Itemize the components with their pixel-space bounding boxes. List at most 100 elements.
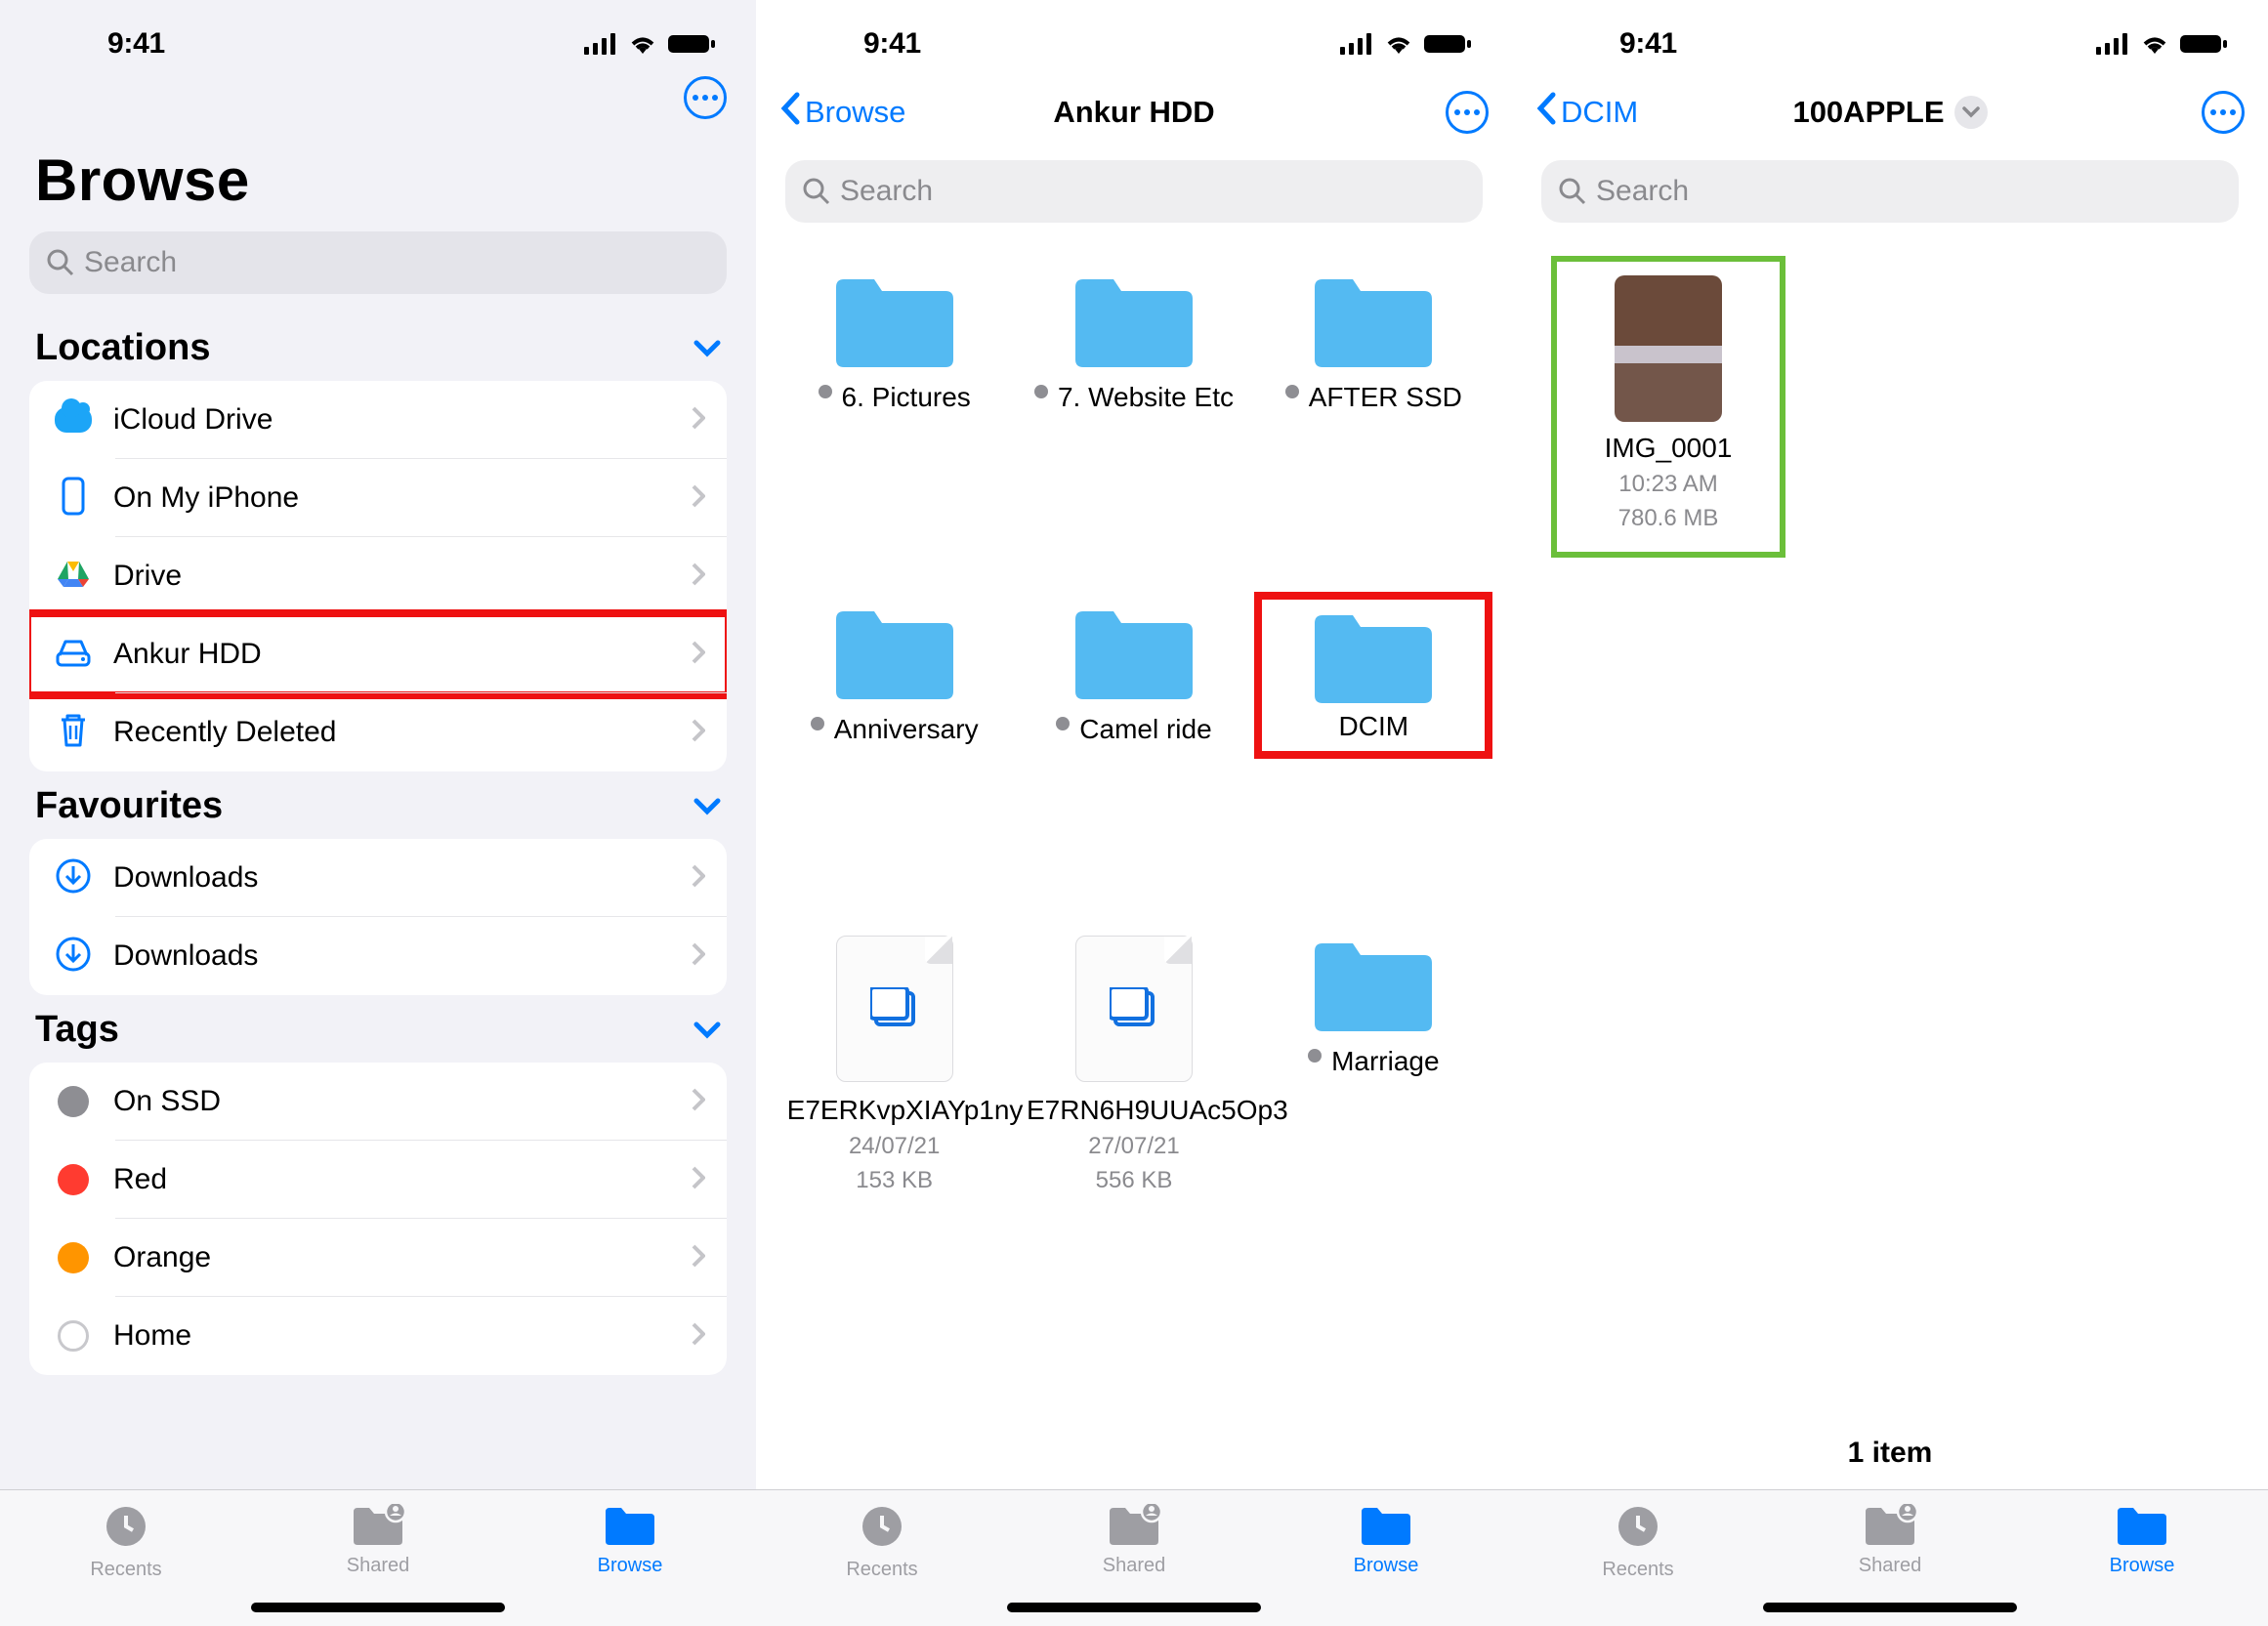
file-date: 24/07/21 [849, 1131, 940, 1161]
home-indicator[interactable] [1763, 1603, 2017, 1612]
folder-6-pictures[interactable]: 6. Pictures [776, 271, 1013, 594]
location-icloud-drive[interactable]: iCloud Drive [29, 381, 727, 459]
tab-shared[interactable]: Shared [1036, 1504, 1232, 1577]
location-ankur-hdd[interactable]: Ankur HDD [29, 615, 727, 693]
folder-dcim[interactable]: DCIM [1255, 604, 1492, 926]
section-title: Locations [35, 327, 210, 369]
home-indicator[interactable] [251, 1603, 505, 1612]
more-options-button[interactable] [684, 76, 727, 119]
favourite-downloads[interactable]: Downloads [29, 917, 727, 995]
chevron-right-icon [692, 1322, 705, 1351]
tag-dot-icon [1308, 1049, 1322, 1063]
tag-color-icon [58, 1320, 89, 1352]
locations-header[interactable]: Locations [0, 313, 756, 381]
tab-browse[interactable]: Browse [2044, 1504, 2240, 1577]
location-label: Drive [113, 560, 692, 593]
folder-icon [831, 604, 958, 701]
folder-icon [1359, 1504, 1413, 1551]
file-img-0001[interactable]: IMG_0001 10:23 AM 780.6 MB [1551, 256, 1785, 558]
file-size: 153 KB [856, 1165, 933, 1195]
ellipsis-icon [2210, 109, 2236, 115]
folder-label: Marriage [1331, 1045, 1439, 1078]
more-options-button[interactable] [1446, 91, 1489, 134]
tab-recents[interactable]: Recents [1540, 1504, 1736, 1581]
file-size: 780.6 MB [1618, 503, 1719, 533]
home-indicator[interactable] [1007, 1603, 1261, 1612]
location-on-my-iphone[interactable]: On My iPhone [29, 459, 727, 537]
tags-header[interactable]: Tags [0, 995, 756, 1063]
wifi-icon [627, 33, 658, 55]
status-time: 9:41 [1619, 27, 1677, 61]
tab-label: Recents [846, 1559, 917, 1581]
tag-on-ssd[interactable]: On SSD [29, 1063, 727, 1141]
status-icons [584, 33, 717, 55]
tag-dot-icon [1285, 385, 1299, 398]
tab-label: Browse [2110, 1555, 2175, 1577]
chevron-right-icon [692, 406, 705, 435]
search-icon [47, 249, 74, 276]
status-bar: 9:41 [0, 20, 756, 68]
page-title: Ankur HDD [756, 95, 1512, 130]
tab-recents[interactable]: Recents [784, 1504, 980, 1581]
favourite-downloads[interactable]: Downloads [29, 839, 727, 917]
tab-label: Shared [1859, 1555, 1922, 1577]
tag-home[interactable]: Home [29, 1297, 727, 1375]
screen-ankur-hdd: 9:41 Browse Ankur HDD Search 6. Pictures… [756, 0, 1512, 1626]
tag-dot-icon [811, 717, 824, 730]
chevron-right-icon [692, 942, 705, 971]
folder-camel-ride[interactable]: Camel ride [1015, 604, 1252, 926]
shared-folder-icon [1863, 1504, 1917, 1551]
title-dropdown-button[interactable] [1954, 96, 1988, 129]
wifi-icon [1383, 33, 1414, 55]
folder-icon [1071, 604, 1197, 701]
location-label: Recently Deleted [113, 716, 692, 749]
ellipsis-icon [1454, 109, 1480, 115]
locations-list: iCloud Drive On My iPhone Drive Ankur HD… [29, 381, 727, 771]
tab-label: Recents [90, 1559, 161, 1581]
folder-anniversary[interactable]: Anniversary [776, 604, 1013, 926]
tag-red[interactable]: Red [29, 1141, 727, 1219]
chevron-right-icon [692, 484, 705, 513]
battery-icon [2180, 33, 2229, 55]
page-title-wrap[interactable]: 100APPLE [1512, 95, 2268, 130]
folder-icon [2115, 1504, 2169, 1551]
folder-icon [1310, 271, 1437, 369]
folder-label: DCIM [1339, 711, 1409, 741]
folder-after-ssd[interactable]: AFTER SSD [1255, 271, 1492, 594]
chevron-right-icon [692, 563, 705, 591]
search-input[interactable]: Search [785, 160, 1483, 223]
favourite-label: Downloads [113, 939, 692, 973]
tag-orange[interactable]: Orange [29, 1219, 727, 1297]
file-e7erk[interactable]: E7ERKvpXIAYp1ny 24/07/21 153 KB [776, 936, 1013, 1258]
folder-icon [831, 271, 958, 369]
tab-label: Recents [1602, 1559, 1673, 1581]
search-input[interactable]: Search [29, 231, 727, 294]
screen-100apple: 9:41 DCIM 100APPLE Search IMG_0001 10:23… [1512, 0, 2268, 1626]
tab-recents[interactable]: Recents [28, 1504, 224, 1581]
ellipsis-icon [693, 95, 718, 101]
battery-icon [1424, 33, 1473, 55]
status-bar: 9:41 [756, 20, 1512, 68]
file-time: 10:23 AM [1618, 469, 1717, 499]
screen-browse-root: 9:41 Browse Search Locations iCloud Driv… [0, 0, 756, 1626]
nav-bar: Browse Ankur HDD [756, 68, 1512, 156]
battery-icon [668, 33, 717, 55]
folder-marriage[interactable]: Marriage [1255, 936, 1492, 1258]
tab-browse[interactable]: Browse [1288, 1504, 1484, 1577]
folder-7-website-etc[interactable]: 7. Website Etc [1015, 271, 1252, 594]
file-label: IMG_0001 [1605, 432, 1733, 465]
tab-shared[interactable]: Shared [1792, 1504, 1988, 1577]
more-options-button[interactable] [2202, 91, 2245, 134]
tab-shared[interactable]: Shared [280, 1504, 476, 1577]
file-size: 556 KB [1096, 1165, 1173, 1195]
search-input[interactable]: Search [1541, 160, 2239, 223]
status-time: 9:41 [863, 27, 921, 61]
location-drive[interactable]: Drive [29, 537, 727, 615]
favourites-header[interactable]: Favourites [0, 771, 756, 839]
file-grid: IMG_0001 10:23 AM 780.6 MB [1512, 242, 2268, 558]
location-recently-deleted[interactable]: Recently Deleted [29, 693, 727, 771]
search-placeholder: Search [1596, 175, 1689, 208]
folder-label: AFTER SSD [1309, 381, 1462, 414]
file-e7rn6[interactable]: E7RN6H9UUAc5Op3 27/07/21 556 KB [1015, 936, 1252, 1258]
tab-browse[interactable]: Browse [532, 1504, 728, 1577]
